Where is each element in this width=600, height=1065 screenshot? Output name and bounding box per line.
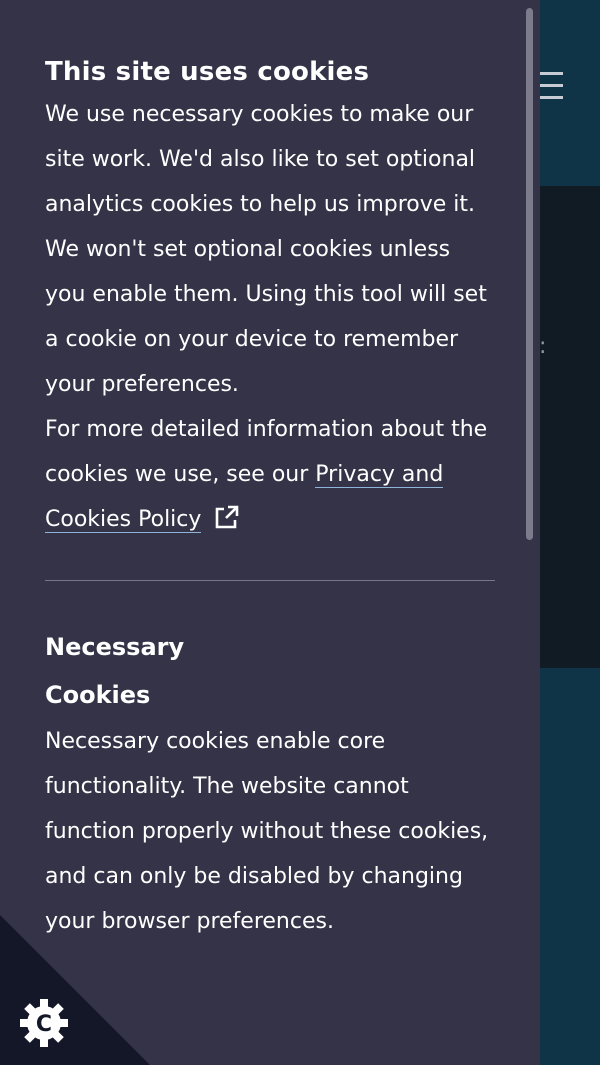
- external-link-icon[interactable]: [213, 502, 241, 530]
- necessary-cookies-title: Necessary Cookies: [45, 633, 185, 709]
- cookie-panel-title: This site uses cookies: [45, 57, 370, 87]
- hamburger-menu-icon[interactable]: [540, 72, 564, 108]
- cookie-more-info: For more detailed information about the …: [45, 407, 495, 542]
- cookie-settings-icon: C: [20, 999, 68, 1047]
- panel-scrollbar[interactable]: [526, 8, 533, 540]
- necessary-cookies-description: Necessary cookies enable core functional…: [45, 729, 489, 934]
- section-divider: [45, 580, 495, 581]
- cookie-intro-text: We use necessary cookies to make our sit…: [45, 102, 487, 397]
- page: : This site uses cookies We use necessar…: [0, 0, 600, 1065]
- cookie-panel: This site uses cookies We use necessary …: [0, 0, 540, 1065]
- cookie-settings-badge[interactable]: C: [0, 915, 150, 1065]
- cookie-panel-content: This site uses cookies We use necessary …: [45, 52, 495, 944]
- site-hero-text-fragment: :: [539, 334, 547, 359]
- cookie-badge-letter: C: [36, 1012, 52, 1037]
